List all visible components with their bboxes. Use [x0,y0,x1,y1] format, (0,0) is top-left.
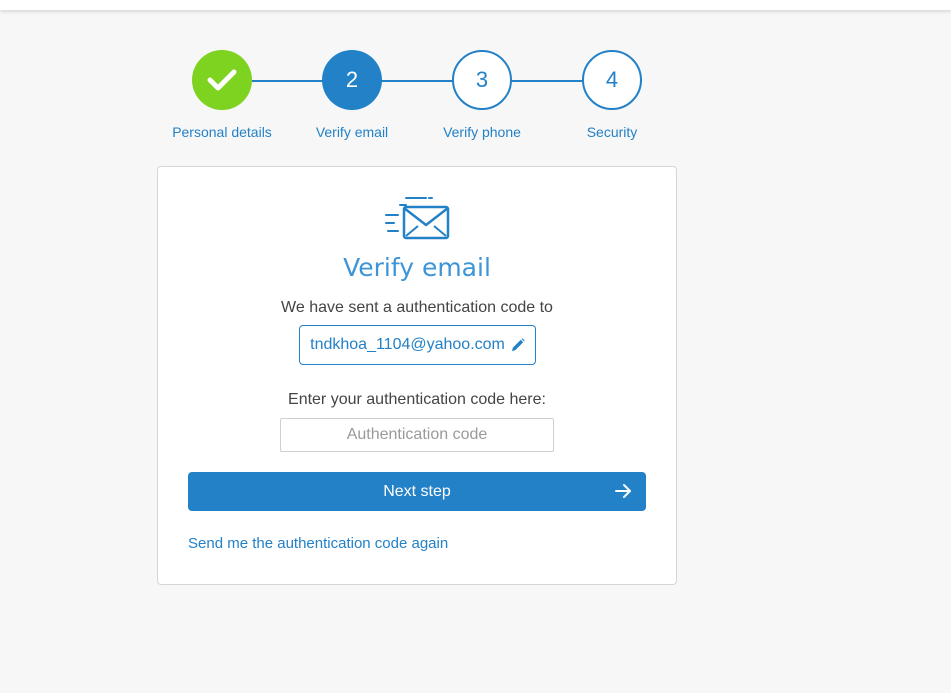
step-2-label: Verify email [315,124,389,140]
envelope-icon [385,197,450,240]
progress-stepper: Personal details 2 Verify email 3 Verify… [157,50,677,150]
next-step-button[interactable]: Next step [188,472,646,511]
top-bar [0,0,951,10]
step-1-circle [192,50,252,110]
resend-code-link[interactable]: Send me the authentication code again [188,535,448,552]
step-4-circle: 4 [582,50,642,110]
step-verify-phone: 3 Verify phone [417,50,547,140]
step-4-label: Security [586,124,638,140]
sent-message: We have sent a authentication code to [281,299,553,316]
edit-email-button[interactable]: tndkhoa_1104@yahoo.com [299,325,536,365]
step-3-label: Verify phone [443,124,521,140]
pencil-icon [511,338,525,351]
step-2-circle: 2 [322,50,382,110]
verify-email-card: Verify email We have sent a authenticati… [157,166,677,585]
step-3-circle: 3 [452,50,512,110]
authentication-code-input[interactable] [280,418,554,452]
arrow-right-icon [615,484,631,498]
step-personal-details: Personal details [157,50,287,140]
email-address: tndkhoa_1104@yahoo.com [310,336,505,353]
checkmark-icon [207,69,237,91]
step-verify-email: 2 Verify email [287,50,417,140]
step-security: 4 Security [547,50,677,140]
code-field-label: Enter your authentication code here: [288,391,546,408]
page-title: Verify email [343,253,491,282]
step-1-label: Personal details [172,124,272,140]
next-step-label: Next step [383,482,451,500]
